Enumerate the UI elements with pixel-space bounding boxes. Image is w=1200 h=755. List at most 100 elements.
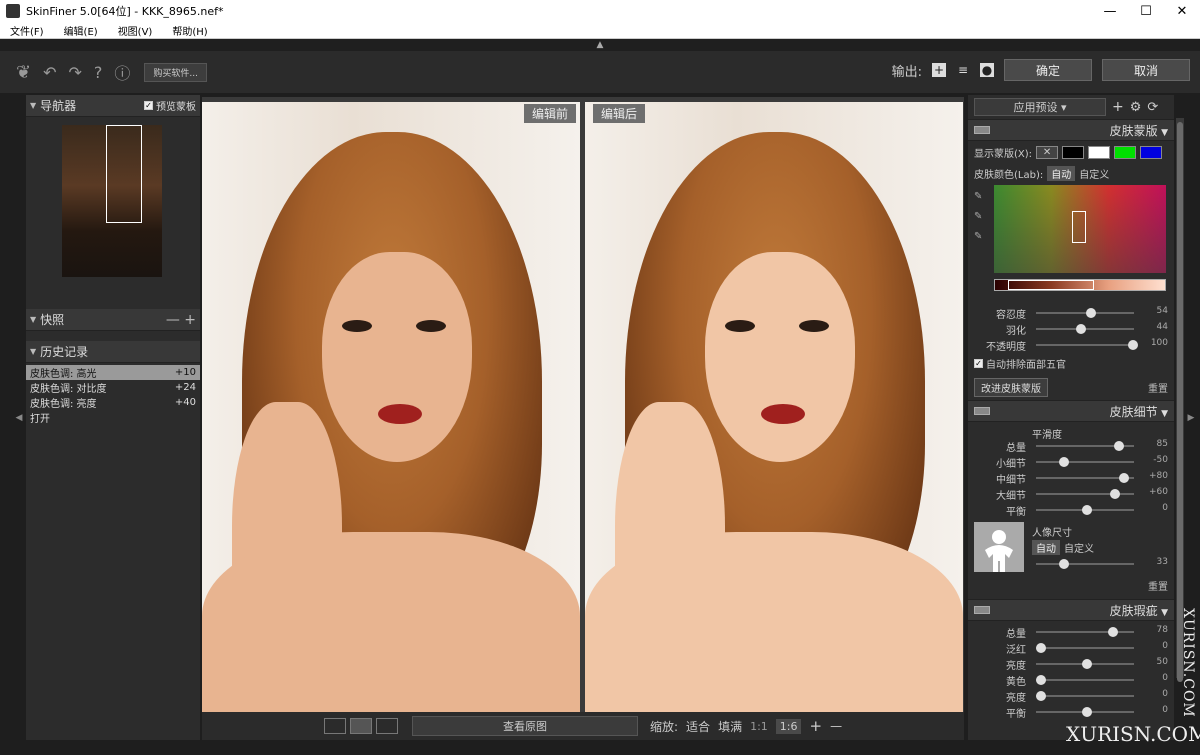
after-image[interactable]: 编辑后 bbox=[585, 102, 963, 712]
mask-green-swatch[interactable] bbox=[1114, 146, 1137, 159]
cancel-button[interactable]: 取消 bbox=[1102, 59, 1190, 81]
mask-none-swatch[interactable]: ✕ bbox=[1036, 146, 1059, 159]
navigator-header[interactable]: ▼ 导航器 ✓ 预览蒙板 bbox=[26, 95, 200, 117]
minimize-button[interactable]: — bbox=[1092, 0, 1128, 22]
skin-color-auto-button[interactable]: 自动 bbox=[1047, 166, 1076, 181]
slider-knob[interactable] bbox=[1036, 643, 1046, 653]
snapshot-add-button[interactable]: + bbox=[184, 312, 196, 328]
slider-knob[interactable] bbox=[1109, 489, 1120, 499]
mask-white-swatch[interactable] bbox=[1088, 146, 1111, 159]
mask-black-swatch[interactable] bbox=[1062, 146, 1085, 159]
before-image[interactable]: 编辑前 bbox=[202, 102, 580, 712]
navigator-view-rect[interactable] bbox=[106, 125, 142, 223]
redo-icon[interactable]: ↷ bbox=[69, 63, 82, 82]
slider-track[interactable] bbox=[1036, 344, 1134, 346]
slider-knob[interactable] bbox=[1036, 691, 1046, 701]
portrait-size-slider[interactable]: 33 bbox=[968, 556, 1174, 571]
portrait-size-auto-button[interactable]: 自动 bbox=[1032, 540, 1060, 555]
history-item[interactable]: 打开 bbox=[26, 410, 200, 425]
view-original-button[interactable]: 查看原图 bbox=[412, 716, 638, 736]
preview-mask-checkbox[interactable]: ✓ bbox=[144, 101, 153, 110]
skin-detail-reset-button[interactable]: 重置 bbox=[1148, 578, 1168, 593]
ok-button[interactable]: 确定 bbox=[1004, 59, 1092, 81]
skin-mask-header[interactable]: 皮肤蒙版 ▼ bbox=[968, 119, 1174, 141]
slider-knob[interactable] bbox=[1036, 675, 1046, 685]
portrait-size-custom-button[interactable]: 自定义 bbox=[1064, 540, 1094, 555]
slider-row[interactable]: 大细节 +60 bbox=[968, 486, 1174, 502]
help-icon[interactable]: ? bbox=[94, 63, 103, 82]
slider-knob[interactable] bbox=[1085, 308, 1096, 318]
slider-row[interactable]: 不透明度 100 bbox=[968, 337, 1174, 353]
slider-row[interactable]: 中细节 +80 bbox=[968, 470, 1174, 486]
slider-knob[interactable] bbox=[1059, 457, 1069, 467]
slider-knob[interactable] bbox=[1076, 324, 1087, 334]
zoom-fit-button[interactable]: 适合 bbox=[686, 718, 710, 735]
add-preset-icon[interactable]: + bbox=[1112, 99, 1124, 115]
split-vertical-view-button[interactable] bbox=[350, 718, 372, 734]
mask-blue-swatch[interactable] bbox=[1140, 146, 1163, 159]
output-mask-icon[interactable]: ● bbox=[980, 63, 994, 77]
zoom-out-button[interactable]: — bbox=[830, 719, 842, 733]
skin-color-custom-button[interactable]: 自定义 bbox=[1079, 166, 1109, 181]
slider-track[interactable] bbox=[1036, 647, 1134, 649]
slider-row[interactable]: 平衡 0 bbox=[968, 502, 1174, 518]
eyedropper-icon[interactable]: ✎ bbox=[974, 187, 982, 207]
preset-refresh-icon[interactable]: ⟳ bbox=[1147, 100, 1158, 115]
menu-edit[interactable]: 编辑(E) bbox=[64, 23, 98, 38]
slider-row[interactable]: 小细节 -50 bbox=[968, 454, 1174, 470]
close-button[interactable]: ✕ bbox=[1164, 0, 1200, 22]
preset-settings-icon[interactable]: ⚙ bbox=[1130, 100, 1142, 115]
history-item[interactable]: 皮肤色调: 高光 +10 bbox=[26, 365, 200, 380]
slider-track[interactable] bbox=[1036, 679, 1134, 681]
eyedropper-plus-icon[interactable]: ✎ bbox=[974, 207, 982, 227]
skin-blemish-toggle[interactable] bbox=[974, 606, 990, 614]
maximize-button[interactable]: ☐ bbox=[1128, 0, 1164, 22]
lightness-range-selector[interactable] bbox=[1008, 280, 1094, 290]
color-range-rect[interactable] bbox=[1072, 211, 1086, 243]
left-panel-toggle-icon[interactable]: ◀ bbox=[14, 93, 24, 743]
scrollbar-thumb[interactable] bbox=[1177, 122, 1183, 682]
slider-row[interactable]: 泛红 0 bbox=[968, 640, 1174, 656]
skin-mask-toggle[interactable] bbox=[974, 126, 990, 134]
menu-view[interactable]: 视图(V) bbox=[118, 23, 153, 38]
slider-knob[interactable] bbox=[1128, 340, 1138, 350]
auto-exclude-checkbox[interactable]: ✓ bbox=[974, 359, 983, 368]
slider-track[interactable] bbox=[1036, 695, 1134, 697]
zoom-1-1-button[interactable]: 1:1 bbox=[750, 720, 768, 733]
history-item[interactable]: 皮肤色调: 亮度 +40 bbox=[26, 395, 200, 410]
skin-detail-header[interactable]: 皮肤细节 ▼ bbox=[968, 400, 1174, 422]
output-settings-icon[interactable]: ≡ bbox=[956, 63, 970, 77]
zoom-fill-button[interactable]: 填满 bbox=[718, 718, 742, 735]
slider-knob[interactable] bbox=[1082, 659, 1092, 669]
single-view-button[interactable] bbox=[324, 718, 346, 734]
slider-row[interactable]: 黄色 0 bbox=[968, 672, 1174, 688]
slider-row[interactable]: 容忍度 54 bbox=[968, 305, 1174, 321]
apply-preset-dropdown[interactable]: 应用预设 ▾ bbox=[974, 98, 1106, 116]
slider-track[interactable] bbox=[1036, 631, 1134, 633]
eyedropper-minus-icon[interactable]: ✎ bbox=[974, 227, 982, 247]
slider-row[interactable]: 亮度 50 bbox=[968, 656, 1174, 672]
collapse-top-toggle[interactable]: ▲ bbox=[0, 39, 1200, 51]
slider-track[interactable] bbox=[1036, 461, 1134, 463]
zoom-ratio-field[interactable]: 1:6 bbox=[775, 718, 802, 734]
split-horizontal-view-button[interactable] bbox=[376, 718, 398, 734]
zoom-in-button[interactable]: + bbox=[809, 717, 822, 735]
slider-row[interactable]: 亮度 0 bbox=[968, 688, 1174, 704]
slider-knob[interactable] bbox=[1118, 473, 1129, 483]
slider-knob[interactable] bbox=[1082, 505, 1092, 515]
menu-help[interactable]: 帮助(H) bbox=[172, 23, 207, 38]
skin-mask-reset-button[interactable]: 重置 bbox=[1148, 380, 1168, 395]
snapshot-header[interactable]: ▼ 快照 — + bbox=[26, 309, 200, 331]
undo-icon[interactable]: ↶ bbox=[43, 63, 56, 82]
slider-row[interactable]: 总量 85 bbox=[968, 438, 1174, 454]
slider-row[interactable]: 总量 78 bbox=[968, 624, 1174, 640]
slider-track[interactable] bbox=[1036, 563, 1134, 565]
slider-knob[interactable] bbox=[1107, 627, 1118, 637]
history-item[interactable]: 皮肤色调: 对比度 +24 bbox=[26, 380, 200, 395]
slider-knob[interactable] bbox=[1059, 559, 1069, 569]
info-icon[interactable]: ⓘ bbox=[114, 60, 130, 84]
improve-skin-mask-button[interactable]: 改进皮肤蒙版 bbox=[974, 378, 1048, 397]
buy-software-button[interactable]: 购买软件... bbox=[144, 62, 208, 82]
output-add-icon[interactable]: + bbox=[932, 63, 946, 77]
slider-row[interactable]: 羽化 44 bbox=[968, 321, 1174, 337]
